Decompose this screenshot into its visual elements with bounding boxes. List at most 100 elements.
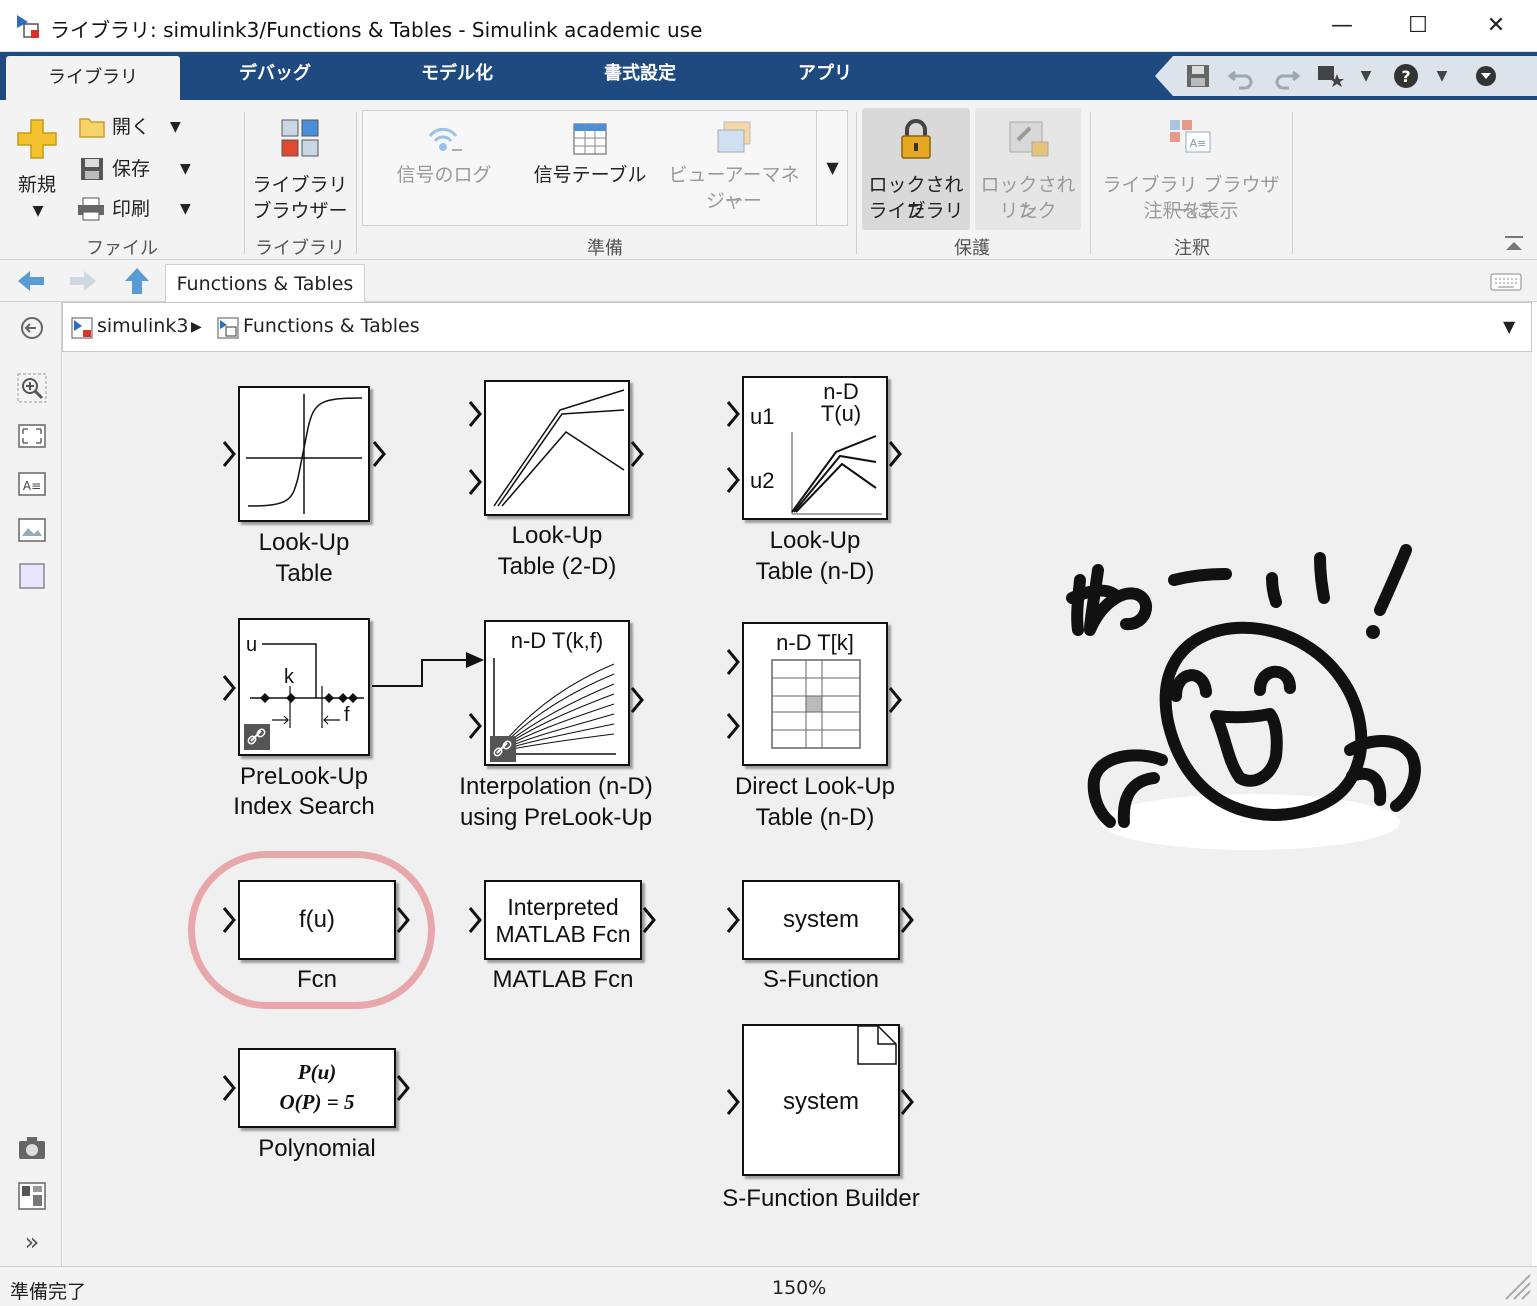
close-button[interactable]: ✕ — [1466, 8, 1526, 44]
port-label-u2: u2 — [750, 468, 775, 493]
signal-log-button[interactable]: 信号のログ — [388, 162, 500, 188]
library-browser-button-line1[interactable]: ライブラリ — [252, 172, 348, 198]
status-bar: 準備完了 150% — [0, 1266, 1537, 1306]
tab-format[interactable]: 書式設定 — [565, 52, 715, 100]
print-button[interactable]: 印刷 — [112, 196, 150, 222]
polynomial-block[interactable]: P(u) O(P) = 5 — [238, 1048, 396, 1128]
save-dropdown-icon[interactable]: ▼ — [180, 156, 191, 182]
locked-link-line2[interactable]: リンク — [975, 198, 1081, 224]
new-button[interactable]: 新規 — [8, 172, 66, 198]
output-port-icon — [888, 687, 902, 713]
help-icon[interactable]: ? — [1391, 62, 1421, 90]
lookup-table-nd-block[interactable]: u1 u2 n-D T(u) — [742, 376, 888, 520]
block-label: S-Function — [762, 966, 880, 993]
ribbon-separator — [1090, 112, 1091, 254]
expand-toolbar-icon[interactable]: » — [16, 1226, 48, 1258]
input-port-icon — [726, 649, 740, 675]
favorites-icon[interactable] — [1315, 62, 1345, 90]
prelookup-block[interactable]: u k f — [238, 618, 370, 756]
block-text: system — [782, 1088, 859, 1115]
fcn-block[interactable]: f(u) — [238, 880, 396, 960]
breadcrumb-dropdown-icon[interactable]: ▼ — [1503, 317, 1515, 336]
block-text-line1: P(u) — [297, 1060, 337, 1084]
tab-modeling[interactable]: モデル化 — [382, 52, 532, 100]
gallery-expand-icon[interactable]: ▼ — [816, 110, 848, 226]
left-toolbar: A≡ » — [0, 302, 62, 1266]
minimize-button[interactable]: — — [1312, 8, 1372, 44]
block-label: Table (n-D) — [755, 804, 875, 831]
open-dropdown-icon[interactable]: ▼ — [170, 114, 181, 140]
block-label: Look-Up — [511, 522, 603, 549]
s-function-builder-block[interactable]: system — [742, 1024, 900, 1176]
area-tool-icon[interactable] — [16, 560, 48, 592]
s-function-block[interactable]: system — [742, 880, 900, 960]
tab-apps[interactable]: アプリ — [750, 52, 900, 100]
show-notes-line2[interactable]: 注釈を表示 — [1096, 198, 1286, 224]
block-label: Table (n-D) — [755, 558, 875, 585]
ribbon-separator — [1292, 112, 1293, 254]
input-port-icon — [726, 467, 740, 493]
locked-library-line2[interactable]: ライブラリ — [862, 198, 970, 224]
lookup-table-block[interactable] — [238, 386, 370, 522]
open-folder-icon — [79, 118, 105, 138]
back-arrow-icon[interactable] — [14, 266, 48, 296]
hide-browser-icon[interactable] — [16, 312, 48, 344]
image-tool-icon[interactable] — [16, 514, 48, 546]
protect-group-label: 保護 — [954, 238, 990, 259]
print-icon — [78, 197, 104, 221]
print-dropdown-icon[interactable]: ▼ — [180, 196, 191, 222]
block-label: Fcn — [296, 966, 337, 993]
up-arrow-icon[interactable] — [120, 266, 154, 296]
annotation-tool-icon[interactable]: A≡ — [16, 468, 48, 500]
zoom-in-icon[interactable] — [16, 372, 48, 404]
lookup-table-2d-block[interactable] — [484, 380, 630, 516]
matlab-fcn-block[interactable]: Interpreted MATLAB Fcn — [484, 880, 642, 960]
block-label: Table — [275, 560, 333, 587]
lock-icon — [901, 119, 931, 159]
save-button[interactable]: 保存 — [112, 156, 150, 182]
input-port-icon — [726, 401, 740, 427]
tab-debug[interactable]: デバッグ — [200, 52, 350, 100]
fit-to-view-icon[interactable] — [16, 420, 48, 452]
forward-arrow-icon[interactable] — [66, 266, 100, 296]
resize-grip-icon[interactable] — [1496, 1273, 1532, 1301]
direct-lookup-block[interactable]: n-D T[k] — [742, 622, 888, 766]
library-browser-button-line2[interactable]: ブラウザー — [252, 198, 348, 224]
breadcrumb-root[interactable]: simulink3 — [97, 315, 188, 337]
keyboard-icon[interactable] — [1490, 272, 1522, 292]
input-port-icon — [222, 441, 236, 467]
ribbon-separator — [856, 112, 857, 254]
new-plus-icon[interactable] — [16, 118, 58, 160]
viewer-manager-icon — [717, 121, 751, 153]
output-port-icon — [888, 441, 902, 467]
block-label: Interpolation (n-D) — [459, 773, 653, 800]
block-text: system — [782, 906, 859, 933]
block-text-line2: MATLAB Fcn — [495, 921, 631, 947]
signal-table-button[interactable]: 信号テーブル — [528, 162, 652, 188]
tab-library[interactable]: ライブラリ — [6, 56, 180, 100]
open-button[interactable]: 開く — [112, 114, 150, 140]
chevron-down-icon[interactable]: ▼ — [1427, 62, 1457, 90]
chevron-down-icon[interactable]: ▼ — [1351, 62, 1381, 90]
minimize-ribbon-icon[interactable] — [1502, 234, 1526, 254]
undo-icon[interactable] — [1227, 62, 1257, 90]
interpolation-block[interactable]: n-D T(k,f) — [484, 620, 630, 766]
breadcrumb-current[interactable]: Functions & Tables — [243, 315, 420, 337]
signal-table-icon — [573, 123, 607, 155]
block-title: n-D — [823, 379, 859, 404]
model-browser-icon[interactable] — [16, 1180, 48, 1212]
locked-link-icon — [1009, 121, 1049, 157]
document-corner-icon — [857, 1026, 897, 1065]
maximize-button[interactable]: ☐ — [1388, 8, 1448, 44]
svg-text:?: ? — [1401, 67, 1410, 86]
save-icon[interactable] — [1183, 62, 1213, 90]
tab-functions-tables[interactable]: Functions & Tables — [165, 264, 365, 302]
input-port-icon — [726, 713, 740, 739]
block-label: using PreLook-Up — [459, 804, 653, 831]
input-port-icon — [222, 1075, 236, 1101]
viewer-manager-button-line2[interactable]: ジャー — [662, 188, 806, 214]
collapse-ribbon-icon[interactable] — [1471, 62, 1501, 90]
camera-icon[interactable] — [16, 1132, 48, 1164]
redo-icon[interactable] — [1271, 62, 1301, 90]
new-dropdown-icon[interactable]: ▼ — [24, 198, 52, 224]
